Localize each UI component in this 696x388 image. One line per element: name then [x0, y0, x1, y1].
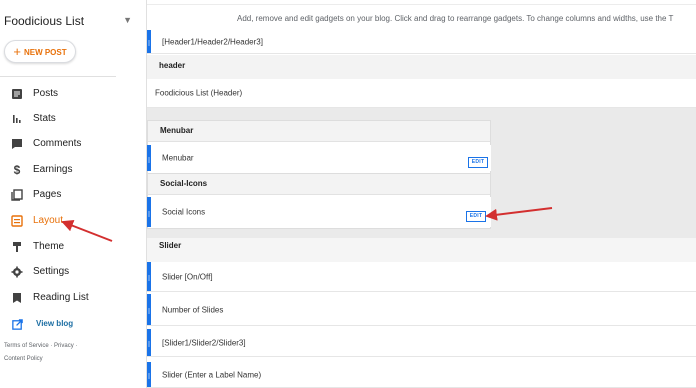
section-title: Social-Icons [160, 179, 208, 188]
sidebar-item-reading-list[interactable]: Reading List [0, 287, 140, 309]
sidebar-item-stats[interactable]: Stats [0, 108, 140, 130]
sidebar-item-label: Layout [33, 215, 64, 226]
edit-button[interactable]: EDIT [468, 157, 488, 168]
blog-selector[interactable]: Foodicious List ▼ [4, 14, 134, 30]
new-post-label: NEW POST [23, 48, 67, 57]
section-title: Slider [159, 241, 182, 250]
sidebar-item-settings[interactable]: Settings [0, 261, 140, 283]
comments-icon [12, 139, 22, 149]
layout-icon [11, 215, 23, 227]
new-post-button[interactable]: + NEW POST [4, 40, 76, 63]
gadget-title: [Slider1/Slider2/Slider3] [162, 338, 246, 347]
section-header-bar: Social-Icons [148, 174, 490, 195]
drag-handle[interactable] [147, 145, 151, 171]
sidebar-item-pages[interactable]: Pages [0, 184, 140, 206]
sidebar-item-comments[interactable]: Comments [0, 133, 140, 155]
theme-icon [13, 242, 21, 252]
divider [147, 4, 696, 5]
sidebar-item-label: Pages [33, 189, 62, 200]
sidebar-item-earnings[interactable]: $ Earnings [0, 159, 140, 181]
open-external-icon [12, 319, 23, 330]
gadget-title: Menubar [162, 153, 194, 163]
section-header-bar: Menubar [148, 121, 490, 142]
view-blog-link[interactable]: View blog [0, 315, 140, 335]
earnings-icon: $ [13, 163, 21, 177]
blog-name: Foodicious List [4, 14, 85, 28]
section-header-bar [147, 55, 696, 79]
posts-icon [12, 89, 22, 99]
gadget-row[interactable]: Slider [On/Off] [147, 262, 696, 292]
sidebar-item-posts[interactable]: Posts [0, 83, 140, 105]
section-title: header [159, 61, 186, 70]
gadget-row[interactable]: Social Icons EDIT [147, 197, 491, 227]
sidebar-item-label: Stats [33, 113, 56, 124]
gadget-row[interactable]: [Header1/Header2/Header3] [147, 30, 696, 54]
gadget-title: Slider [On/Off] [162, 272, 213, 281]
gadget-title: Slider (Enter a Label Name) [162, 370, 262, 379]
drag-handle[interactable] [147, 197, 151, 227]
terms-link[interactable]: Terms of Service [4, 343, 49, 349]
gadget-row[interactable]: [Slider1/Slider2/Slider3] [147, 329, 696, 357]
drag-handle[interactable] [147, 262, 151, 291]
view-blog-label: View blog [36, 319, 74, 328]
section-title: Menubar [160, 126, 194, 135]
pages-icon [11, 189, 23, 201]
content-policy-link[interactable]: Content Policy [4, 356, 43, 362]
privacy-link[interactable]: Privacy [54, 343, 74, 349]
drag-handle[interactable] [147, 329, 151, 356]
chevron-down-icon: ▼ [123, 15, 132, 25]
stats-icon [13, 115, 21, 123]
gadget-row[interactable]: Slider (Enter a Label Name) [147, 362, 696, 388]
sidebar-item-label: Reading List [33, 292, 89, 303]
sidebar-item-label: Earnings [33, 164, 73, 175]
bookmark-icon [13, 293, 21, 303]
gadget-title: Foodicious List (Header) [155, 88, 243, 98]
gadget-row[interactable]: Menubar EDIT [147, 145, 491, 171]
drag-handle[interactable] [147, 362, 151, 387]
edit-button[interactable]: EDIT [466, 211, 486, 222]
gadget-title: [Header1/Header2/Header3] [162, 37, 263, 46]
footer-links: Terms of Service · Privacy · Content Pol… [4, 340, 114, 366]
gadget-title: Social Icons [162, 207, 206, 217]
sidebar-item-label: Posts [33, 88, 59, 99]
sidebar-item-theme[interactable]: Theme [0, 236, 140, 258]
gadget-title: Number of Slides [162, 305, 224, 314]
layout-editor: Add, remove and edit gadgets on your blo… [146, 0, 696, 388]
sidebar-item-label: Theme [33, 241, 65, 252]
gear-icon [11, 266, 23, 278]
gadget-row[interactable]: Number of Slides [147, 294, 696, 326]
sidebar: Foodicious List ▼ + NEW POST Posts Stats … [0, 0, 146, 388]
separator: · [75, 343, 78, 349]
plus-icon: + [13, 44, 21, 59]
drag-handle[interactable] [147, 30, 151, 53]
divider [0, 76, 116, 77]
sidebar-item-label: Comments [33, 138, 82, 149]
section-header-bar [147, 238, 696, 262]
gadget-row[interactable]: Foodicious List (Header) [147, 79, 696, 108]
layout-hint: Add, remove and edit gadgets on your blo… [237, 14, 674, 23]
drag-handle[interactable] [147, 294, 151, 325]
sidebar-item-label: Settings [33, 266, 70, 277]
sidebar-item-layout[interactable]: Layout [0, 210, 140, 232]
